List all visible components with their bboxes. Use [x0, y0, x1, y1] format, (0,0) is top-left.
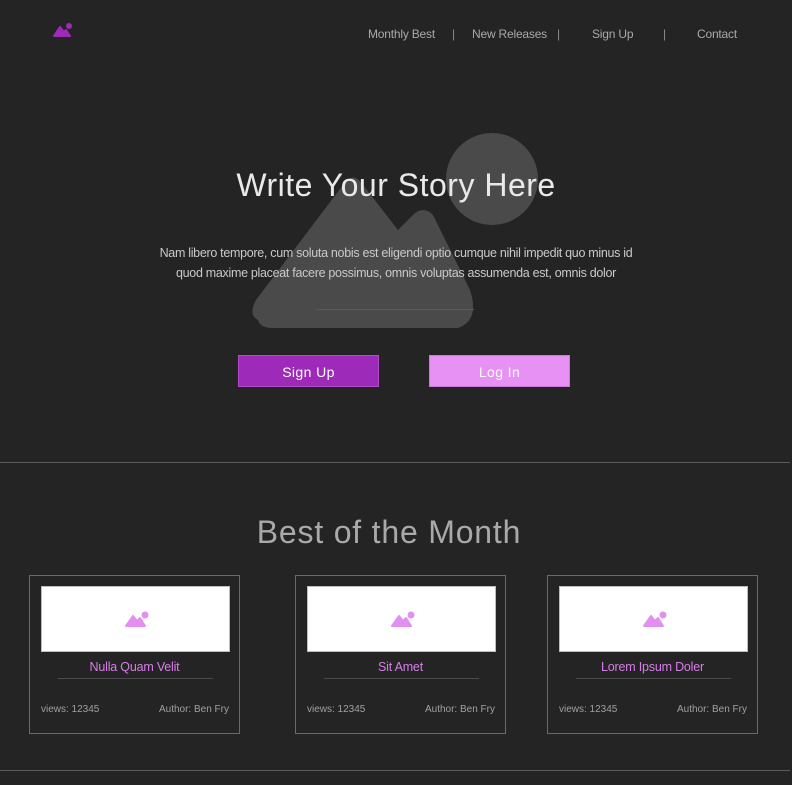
hero-title: Write Your Story Here: [236, 167, 556, 203]
log-in-button[interactable]: Log In: [429, 355, 570, 387]
card-divider: [576, 678, 731, 679]
nav-separator: |: [452, 27, 456, 41]
nav-separator: |: [557, 27, 561, 41]
sign-up-button[interactable]: Sign Up: [238, 355, 379, 387]
card-author: Author: Ben Fry: [676, 704, 747, 715]
card-author: Author: Ben Fry: [158, 704, 229, 715]
card-views: views: 12345: [559, 704, 618, 715]
nav-link-contact[interactable]: Contact: [697, 27, 737, 41]
story-card[interactable]: Lorem Ipsum Doler views: 12345 Author: B…: [547, 575, 758, 734]
section-title: Best of the Month: [256, 514, 522, 550]
image-placeholder-icon: [125, 611, 149, 627]
card-views: views: 12345: [41, 704, 100, 715]
image-placeholder-icon: [643, 611, 667, 627]
nav-link-new-releases[interactable]: New Releases: [472, 27, 547, 41]
card-image: [41, 586, 230, 652]
hero-divider: [316, 309, 474, 310]
main-nav: Monthly Best | New Releases | Sign Up | …: [0, 27, 792, 43]
card-title[interactable]: Nulla Quam Velit: [30, 660, 239, 674]
card-image: [559, 586, 748, 652]
section-divider: [0, 462, 790, 463]
nav-link-sign-up[interactable]: Sign Up: [592, 27, 633, 41]
image-placeholder-icon: [252, 133, 538, 328]
card-author: Author: Ben Fry: [424, 704, 495, 715]
nav-separator: |: [663, 27, 667, 41]
section-divider: [0, 770, 790, 771]
story-card[interactable]: Nulla Quam Velit views: 12345 Author: Be…: [29, 575, 240, 734]
card-image: [307, 586, 496, 652]
story-card[interactable]: Sit Amet views: 12345 Author: Ben Fry: [295, 575, 506, 734]
card-divider: [324, 678, 479, 679]
nav-link-monthly-best[interactable]: Monthly Best: [368, 27, 435, 41]
hero-description: Nam libero tempore, cum soluta nobis est…: [159, 246, 633, 280]
card-title[interactable]: Lorem Ipsum Doler: [548, 660, 757, 674]
card-divider: [58, 678, 213, 679]
card-views: views: 12345: [307, 704, 366, 715]
image-placeholder-icon: [391, 611, 415, 627]
card-title[interactable]: Sit Amet: [296, 660, 505, 674]
